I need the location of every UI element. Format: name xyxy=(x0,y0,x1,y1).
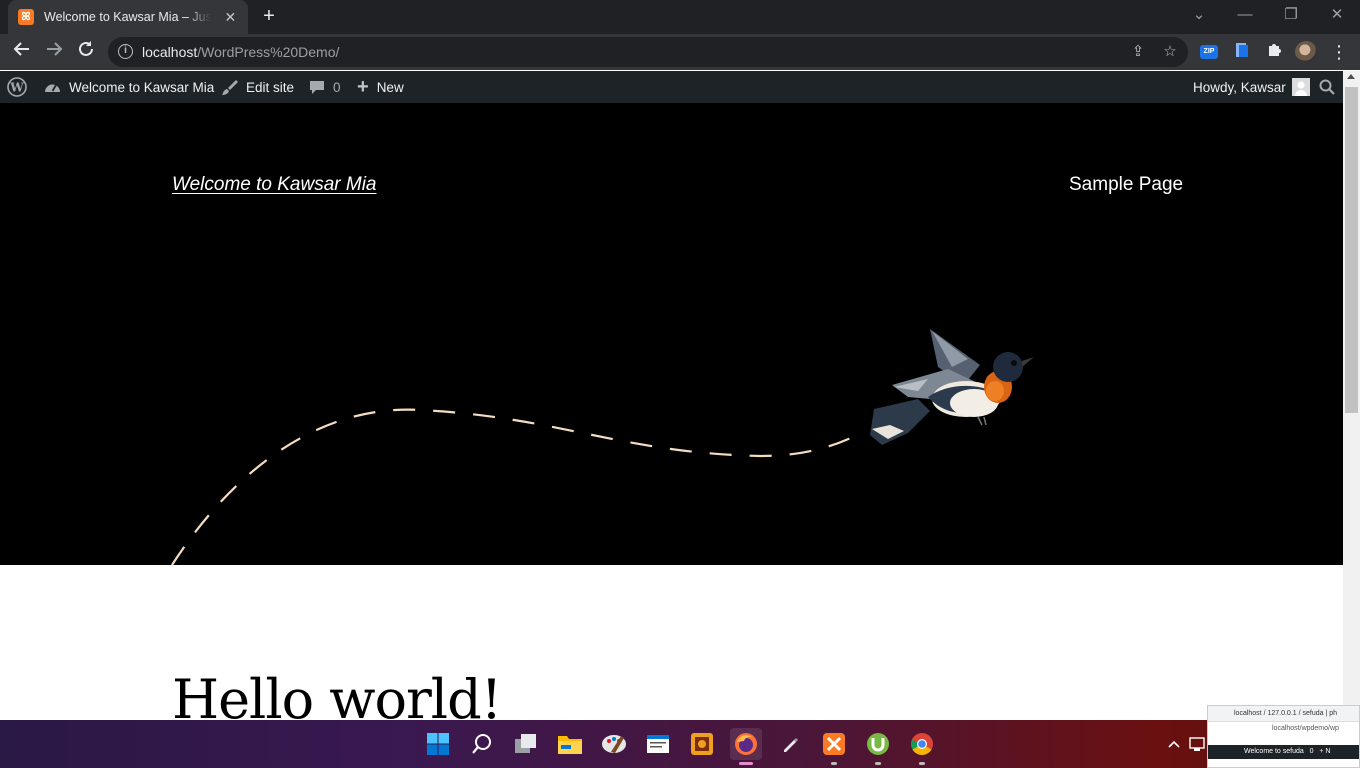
url-text[interactable]: localhost/WordPress%20Demo/ xyxy=(142,44,339,60)
browser-tab-strip: ꕤ Welcome to Kawsar Mia – Just another W… xyxy=(0,0,1360,34)
running-indicator xyxy=(875,762,881,765)
back-arrow-icon xyxy=(13,42,29,56)
tab-title: Welcome to Kawsar Mia – Just another Wor… xyxy=(44,10,211,24)
firefox-icon[interactable] xyxy=(730,728,762,765)
dashboard-gauge-icon xyxy=(44,80,61,94)
site-info-icon[interactable]: i xyxy=(118,44,133,59)
address-bar[interactable]: i localhost/WordPress%20Demo/ ⇪ ☆ xyxy=(108,37,1188,67)
scroll-thumb[interactable] xyxy=(1345,87,1358,413)
preview-site-name: Welcome to sefuda xyxy=(1244,748,1304,755)
howdy-label: Howdy, Kawsar xyxy=(1193,79,1286,95)
browser-tab[interactable]: ꕤ Welcome to Kawsar Mia – Just another W… xyxy=(8,0,248,34)
user-avatar-icon xyxy=(1291,78,1310,96)
document-extension-icon[interactable] xyxy=(1232,42,1252,62)
comments-link[interactable]: 0 xyxy=(309,71,341,103)
xampp-icon: ꕤ xyxy=(18,9,34,25)
plus-icon: + xyxy=(357,75,369,98)
edit-site-link[interactable]: Edit site xyxy=(221,71,294,103)
preview-new-label: N xyxy=(1325,748,1331,755)
wordpress-logo-icon[interactable]: W xyxy=(7,71,27,103)
window-preview-thumbnail[interactable]: localhost / 127.0.0.1 / sefuda | ph loca… xyxy=(1207,705,1360,768)
comment-bubble-icon xyxy=(309,79,325,95)
dashed-flight-path xyxy=(171,408,856,565)
forward-button[interactable] xyxy=(41,39,67,65)
paintbrush-icon xyxy=(221,79,238,96)
scroll-up-arrow-icon[interactable] xyxy=(1347,74,1355,79)
tab-search-icon[interactable]: ⌄ xyxy=(1176,0,1222,30)
forward-arrow-icon xyxy=(47,42,63,56)
pen-icon[interactable] xyxy=(774,728,806,760)
share-icon[interactable]: ⇪ xyxy=(1128,42,1148,62)
site-name-menu[interactable]: Welcome to Kawsar Mia xyxy=(44,71,214,103)
bird-icon xyxy=(870,329,1034,445)
back-button[interactable] xyxy=(9,39,35,65)
file-explorer-icon[interactable] xyxy=(554,728,586,760)
close-tab-icon[interactable]: ✕ xyxy=(223,9,238,26)
minimize-button[interactable]: — xyxy=(1222,0,1268,30)
my-account-menu[interactable]: Howdy, Kawsar xyxy=(1193,71,1310,103)
comments-count: 0 xyxy=(333,79,341,95)
restore-button[interactable]: ❐ xyxy=(1268,0,1314,30)
show-hidden-icons-chevron-icon[interactable] xyxy=(1160,728,1188,760)
browser-toolbar: i localhost/WordPress%20Demo/ ⇪ ☆ ZIP ⋮ xyxy=(0,34,1360,70)
extensions-puzzle-icon[interactable] xyxy=(1264,42,1284,62)
zip-extension-icon[interactable]: ZIP xyxy=(1200,45,1218,59)
wp-admin-bar: W Welcome to Kawsar Mia Edit site 0 + Ne… xyxy=(0,71,1343,103)
new-label: New xyxy=(376,79,404,95)
new-content-menu[interactable]: + New xyxy=(357,71,404,103)
search-icon[interactable] xyxy=(1319,71,1335,103)
paint-icon[interactable] xyxy=(598,728,630,760)
utorrent-icon[interactable] xyxy=(862,728,894,765)
xampp-icon[interactable] xyxy=(818,728,850,765)
profile-avatar[interactable] xyxy=(1295,41,1317,63)
close-window-button[interactable]: ✕ xyxy=(1314,0,1360,30)
svg-text:W: W xyxy=(9,81,24,95)
search-icon[interactable] xyxy=(466,728,498,760)
active-indicator xyxy=(739,762,753,765)
page-scrollbar[interactable] xyxy=(1343,71,1360,720)
windows-start-icon[interactable] xyxy=(422,728,454,760)
app-icon[interactable] xyxy=(686,728,718,760)
running-indicator xyxy=(919,762,925,765)
running-indicator xyxy=(831,762,837,765)
preview-url: localhost/wpdemo/wp xyxy=(1272,725,1339,732)
preview-comment-count: 0 xyxy=(1309,748,1314,755)
edit-site-label: Edit site xyxy=(246,79,295,95)
reload-button[interactable] xyxy=(73,39,99,65)
network-icon[interactable] xyxy=(1186,728,1208,760)
preview-tab-title: localhost / 127.0.0.1 / sefuda | ph xyxy=(1208,706,1359,722)
task-view-icon[interactable] xyxy=(510,728,542,760)
hero-illustration xyxy=(171,329,1034,565)
notepad-icon[interactable] xyxy=(642,728,674,760)
preview-admin-bar: Welcome to sefuda 0 + N xyxy=(1208,745,1359,759)
site-header-hero: Welcome to Kawsar Mia Sample Page xyxy=(0,103,1343,565)
chrome-icon[interactable] xyxy=(906,728,938,765)
browser-menu-icon[interactable]: ⋮ xyxy=(1329,42,1349,62)
reload-icon xyxy=(79,41,93,56)
new-tab-button[interactable]: + xyxy=(258,6,280,28)
bookmark-star-icon[interactable]: ☆ xyxy=(1160,42,1180,62)
windows-taskbar xyxy=(0,720,1360,768)
site-name-label: Welcome to Kawsar Mia xyxy=(69,79,215,95)
